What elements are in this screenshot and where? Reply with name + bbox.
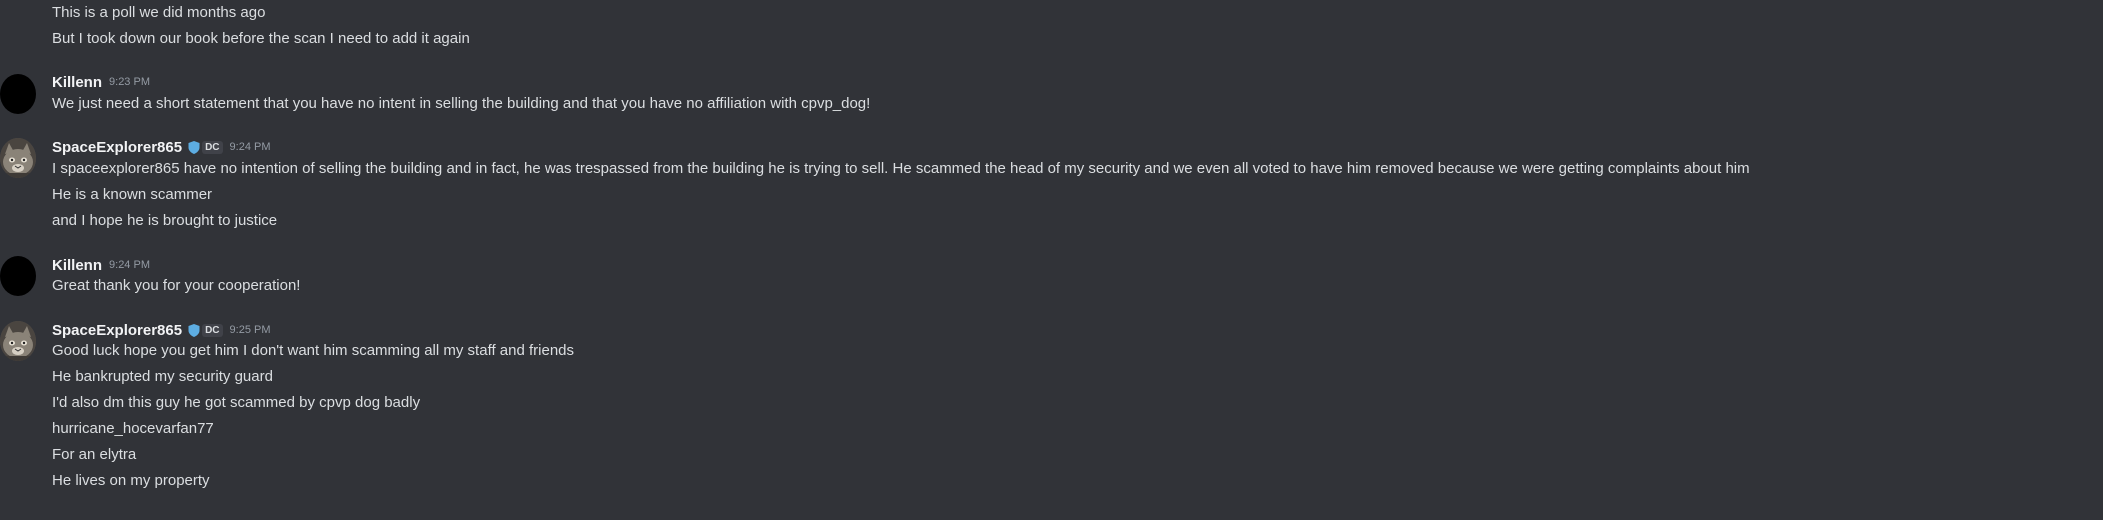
message-text: I'd also dm this guy he got scammed by c… (52, 394, 421, 411)
message-header: Killenn 9:24 PM (52, 255, 150, 275)
cat-avatar-icon (0, 138, 36, 178)
shield-icon (188, 140, 200, 154)
username[interactable]: Killenn (52, 74, 102, 91)
message-timestamp[interactable]: 9:24 PM (230, 141, 271, 153)
username[interactable]: SpaceExplorer865 (52, 322, 182, 339)
username[interactable]: Killenn (52, 257, 102, 274)
avatar[interactable] (0, 321, 36, 361)
message-header: Killenn 9:23 PM (52, 72, 150, 92)
clan-tag-label: DC (202, 323, 223, 337)
avatar[interactable] (0, 138, 36, 178)
chat-message-list: This is a poll we did months ago But I t… (0, 0, 2103, 520)
message-text: He lives on my property (52, 472, 210, 489)
clan-tag[interactable]: DC (188, 323, 223, 337)
message-text: He bankrupted my security guard (52, 368, 273, 385)
message-text: Good luck hope you get him I don't want … (52, 342, 575, 359)
message-text: I spaceexplorer865 have no intention of … (52, 160, 1750, 177)
message-timestamp[interactable]: 9:25 PM (230, 324, 271, 336)
message-text: For an elytra (52, 446, 137, 463)
avatar[interactable] (0, 256, 36, 296)
message-text: hurricane_hocevarfan77 (52, 420, 214, 437)
message-timestamp[interactable]: 9:24 PM (109, 259, 150, 271)
message-header: SpaceExplorer865 DC 9:24 PM (52, 137, 271, 157)
message-timestamp[interactable]: 9:23 PM (109, 76, 150, 88)
cat-avatar-icon (0, 321, 36, 361)
clan-tag[interactable]: DC (188, 140, 223, 154)
clan-tag-label: DC (202, 140, 223, 154)
message-text: We just need a short statement that you … (52, 95, 871, 112)
message-header: SpaceExplorer865 DC 9:25 PM (52, 320, 271, 340)
message-text: He is a known scammer (52, 186, 213, 203)
message-text: Great thank you for your cooperation! (52, 277, 301, 294)
message-text: and I hope he is brought to justice (52, 212, 278, 229)
message-text: But I took down our book before the scan… (52, 30, 470, 47)
message-text: This is a poll we did months ago (52, 4, 266, 21)
avatar[interactable] (0, 74, 36, 114)
username[interactable]: SpaceExplorer865 (52, 139, 182, 156)
shield-icon (188, 323, 200, 337)
